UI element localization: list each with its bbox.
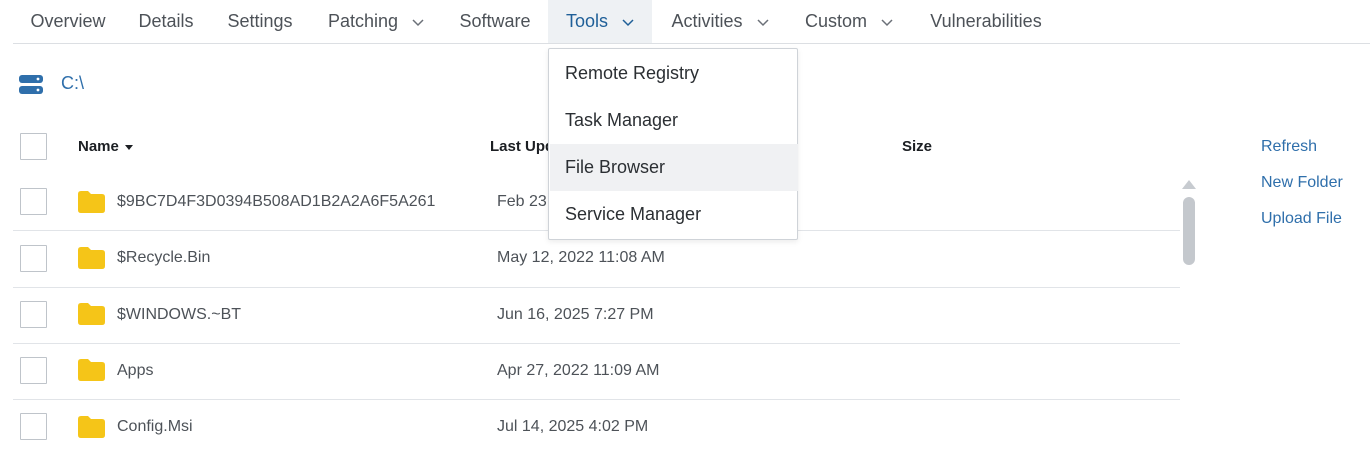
file-name[interactable]: $9BC7D4F3D0394B508AD1B2A2A6F5A261 (117, 193, 435, 211)
row-divider (13, 399, 1180, 400)
tab-divider (13, 43, 1370, 44)
row-checkbox[interactable] (20, 413, 47, 440)
file-name[interactable]: Apps (117, 362, 153, 380)
folder-icon (78, 416, 105, 438)
row-checkbox[interactable] (20, 245, 47, 272)
new-folder-button[interactable]: New Folder (1261, 174, 1343, 192)
row-checkbox[interactable] (20, 357, 47, 384)
chevron-down-icon (881, 16, 893, 28)
tab-label: Settings (227, 11, 293, 31)
tab-label: Activities (671, 11, 743, 31)
file-date: Jul 14, 2025 4:02 PM (497, 418, 649, 435)
tab-tools[interactable]: Tools (548, 0, 652, 43)
file-name[interactable]: $WINDOWS.~BT (117, 306, 241, 324)
tab-activities[interactable]: Activities (652, 0, 788, 43)
sort-desc-icon (124, 144, 133, 150)
refresh-button[interactable]: Refresh (1261, 138, 1317, 156)
folder-icon (78, 191, 105, 213)
tab-label: Custom (804, 11, 867, 31)
menu-item-task-manager[interactable]: Task Manager (550, 97, 798, 144)
file-date: Jun 16, 2025 7:27 PM (497, 306, 654, 323)
row-divider (13, 287, 1180, 288)
row-checkbox[interactable] (20, 301, 47, 328)
tab-settings[interactable]: Settings (210, 0, 310, 43)
tab-label: Details (138, 11, 194, 31)
tab-label: Patching (327, 11, 399, 31)
folder-icon (78, 303, 105, 325)
current-path[interactable]: C:\ (61, 73, 84, 94)
file-name[interactable]: $Recycle.Bin (117, 249, 210, 267)
column-header-size[interactable]: Size (902, 138, 932, 155)
chevron-down-icon (622, 16, 634, 28)
menu-item-remote-registry[interactable]: Remote Registry (550, 50, 798, 97)
upload-file-button[interactable]: Upload File (1261, 210, 1342, 228)
tab-label: Tools (565, 11, 609, 31)
tab-custom[interactable]: Custom (788, 0, 910, 43)
file-name[interactable]: Config.Msi (117, 418, 193, 436)
menu-item-file-browser[interactable]: File Browser (550, 144, 798, 191)
tab-overview[interactable]: Overview (14, 0, 122, 43)
chevron-down-icon (756, 16, 769, 28)
row-divider (13, 343, 1180, 344)
select-all-checkbox[interactable] (20, 133, 47, 160)
column-header-label: Size (902, 138, 933, 155)
column-header-name[interactable]: Name (78, 138, 133, 155)
tab-label: Vulnerabilities (930, 11, 1042, 31)
folder-icon (78, 359, 105, 381)
drive-icon (19, 74, 43, 96)
chevron-down-icon (412, 16, 424, 28)
tab-patching[interactable]: Patching (310, 0, 442, 43)
folder-icon (78, 247, 105, 269)
column-header-label: Name (78, 138, 119, 155)
tab-details[interactable]: Details (122, 0, 210, 43)
row-checkbox[interactable] (20, 188, 47, 215)
tab-label: Software (459, 11, 531, 31)
scrollbar-thumb[interactable] (1183, 197, 1195, 265)
tab-software[interactable]: Software (442, 0, 548, 43)
tools-dropdown-menu: Remote Registry Task Manager File Browse… (548, 48, 798, 240)
menu-item-service-manager[interactable]: Service Manager (550, 191, 798, 238)
tab-label: Overview (30, 11, 106, 31)
tab-vulnerabilities[interactable]: Vulnerabilities (910, 0, 1062, 43)
file-date: Apr 27, 2022 11:09 AM (497, 362, 660, 379)
file-date: May 12, 2022 11:08 AM (497, 249, 665, 266)
scroll-up-arrow-icon[interactable] (1182, 180, 1196, 189)
tab-bar: Overview Details Settings Patching Softw… (0, 0, 1370, 44)
